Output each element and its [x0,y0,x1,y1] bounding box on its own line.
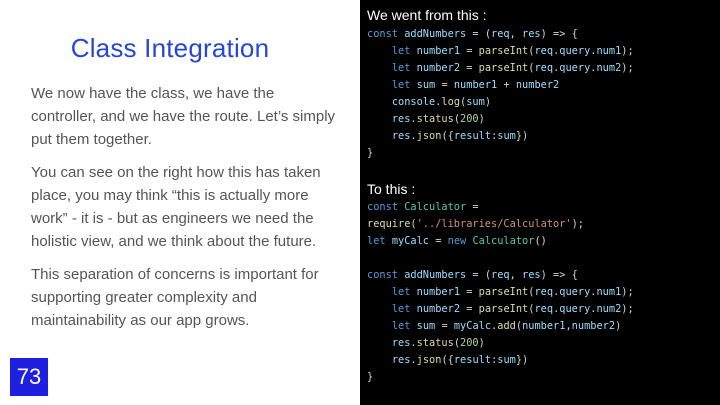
body-paragraph: You can see on the right how this has ta… [31,164,321,250]
code-line: } [367,147,374,159]
after-code-block: const Calculator = require('../libraries/… [367,199,634,386]
body-paragraph: This separation of concerns is important… [31,266,319,329]
before-heading: We went from this : [367,7,487,23]
after-heading: To this : [367,181,416,197]
code-line: } [367,371,374,383]
code-line: console.log(sum) [391,96,492,108]
code-line: const addNumbers = (req, res) => { [367,28,578,40]
code-line: const addNumbers = (req, res) => { [367,269,578,281]
code-line: res.json({result:sum}) [391,130,529,142]
code-line: let number2 = parseInt(req.query.num2); [391,303,634,315]
body-paragraph: We now have the class, we have the contr… [31,85,336,148]
slide-title: Class Integration [70,33,270,63]
code-line: let sum = number1 + number2 [391,79,560,91]
code-line: let number1 = parseInt(req.query.num1); [391,286,634,298]
code-line: const Calculator = [367,201,479,213]
code-line: let myCalc = new Calculator() [367,235,547,247]
slide: Class Integration We now have the class,… [0,0,720,405]
code-line: let sum = myCalc.add(number1,number2) [391,320,622,332]
code-panel: We went from this : const addNumbers = (… [360,0,720,405]
code-line: require('../libraries/Calculator'); [367,218,584,230]
code-line: res.json({result:sum}) [391,354,529,366]
code-line: res.status(200) [391,113,485,125]
code-line: res.status(200) [391,337,485,349]
text-panel: Class Integration We now have the class,… [0,0,360,405]
before-code-block: const addNumbers = (req, res) => { let n… [367,26,634,162]
page-number-badge: 73 [10,358,48,396]
code-line: let number2 = parseInt(req.query.num2); [391,62,634,74]
slide-body: We now have the class, we have the contr… [31,82,336,342]
code-line: let number1 = parseInt(req.query.num1); [391,45,634,57]
